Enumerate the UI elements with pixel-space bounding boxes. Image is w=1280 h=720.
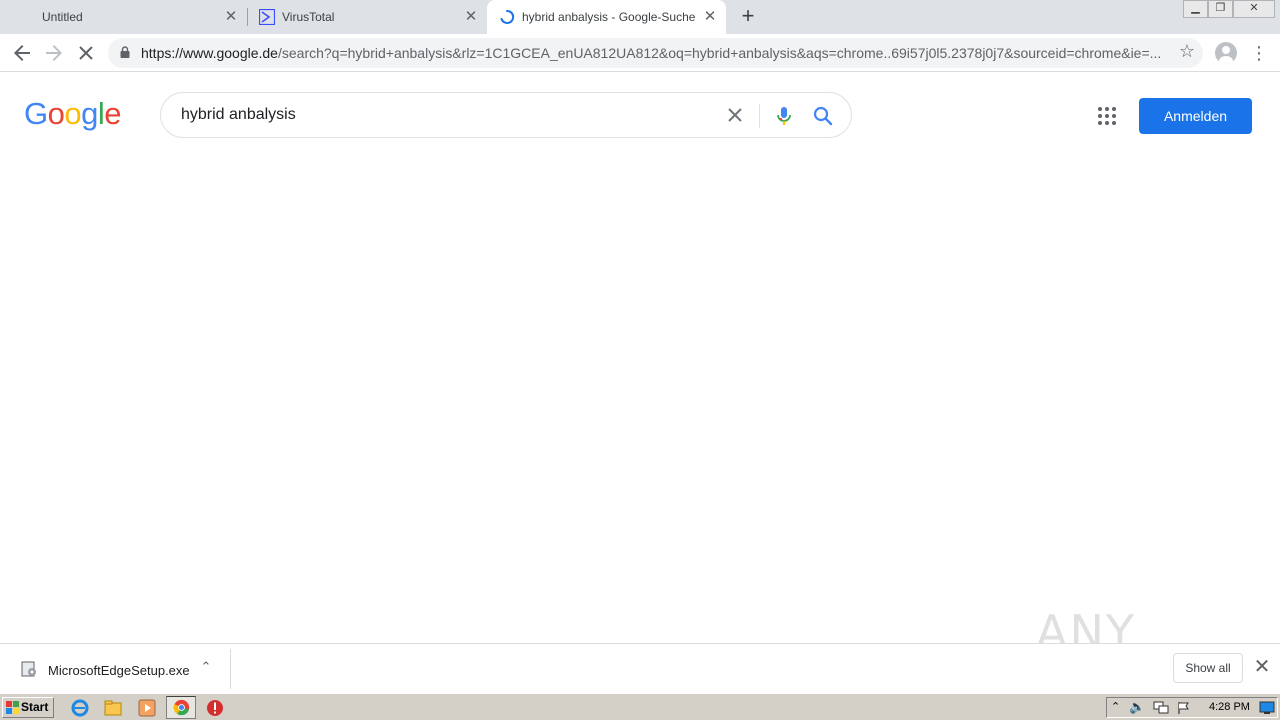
logo-letter: e [104,96,122,131]
close-x-icon [728,108,742,122]
tab-virustotal[interactable]: VirusTotal ✕ [247,0,487,34]
logo-letter: o [64,96,82,131]
minimize-button[interactable]: ▁ [1183,0,1208,18]
close-icon[interactable]: ✕ [463,9,479,25]
stop-x-icon [79,46,93,60]
tab-title: VirusTotal [282,10,335,24]
chrome-taskbar-button[interactable] [166,696,196,719]
taskbar: Start ⌃ 🔈 4:28 PM [0,693,1280,720]
forward-button[interactable] [42,41,66,65]
divider [759,104,760,128]
screen: Untitled ✕ VirusTotal ✕ hybrid anbalysis… [0,0,1280,720]
virustotal-icon [259,9,275,25]
tab-title: Untitled [42,10,83,24]
system-tray: ⌃ 🔈 4:28 PM [1106,697,1278,718]
sign-in-button[interactable]: Anmelden [1139,98,1252,134]
internet-explorer-icon[interactable] [70,698,90,718]
tab-google-search[interactable]: hybrid anbalysis - Google-Suche ✕ [487,0,726,34]
url-text: https://www.google.de/search?q=hybrid+an… [141,45,1161,61]
download-shelf: MicrosoftEdgeSetup.exe ⌃ Show all ✕ [0,643,1280,693]
address-bar[interactable]: https://www.google.de/search?q=hybrid+an… [108,38,1203,68]
logo-letter: G [24,96,48,131]
start-button[interactable]: Start [2,697,54,718]
restore-button[interactable]: ❐ [1208,0,1233,18]
volume-icon[interactable]: 🔈 [1129,699,1145,715]
show-desktop-icon[interactable] [1259,701,1275,715]
microphone-icon[interactable] [772,104,796,128]
installer-file-icon [21,661,36,677]
tab-untitled[interactable]: Untitled ✕ [0,0,247,34]
window-close-button[interactable]: ✕ [1233,0,1275,18]
divider [230,649,231,689]
search-box[interactable]: hybrid anbalysis [160,92,852,138]
download-item[interactable]: MicrosoftEdgeSetup.exe [48,663,190,678]
close-icon[interactable]: ✕ [223,9,239,25]
arrow-left-icon [14,45,30,61]
search-icon[interactable] [811,104,835,128]
show-all-button[interactable]: Show all [1173,653,1243,683]
bookmark-star-icon[interactable]: ☆ [1179,41,1195,62]
browser-menu-button[interactable]: ⋮ [1250,41,1268,65]
back-button[interactable] [10,41,34,65]
search-input[interactable]: hybrid anbalysis [181,106,296,124]
new-tab-button[interactable]: + [738,5,758,28]
tab-strip: Untitled ✕ VirusTotal ✕ hybrid anbalysis… [0,0,1280,34]
clear-icon[interactable] [723,103,747,127]
lock-icon [120,46,130,58]
media-player-icon[interactable] [137,698,157,718]
google-logo[interactable]: Google [24,96,122,132]
browser-toolbar: https://www.google.de/search?q=hybrid+an… [0,34,1280,72]
stop-button[interactable] [74,41,98,65]
windows-flag-icon [6,701,19,714]
logo-letter: o [47,96,65,131]
close-icon[interactable]: ✕ [1252,657,1272,677]
url-path: /search?q=hybrid+anbalysis&rlz=1C1GCEA_e… [277,45,1161,61]
clock: 4:28 PM [1209,701,1250,713]
loading-spinner-icon [500,9,515,24]
close-icon[interactable]: ✕ [702,9,718,25]
person-icon [1219,46,1233,64]
chevron-up-icon[interactable]: ⌃ [198,659,214,675]
chevron-up-icon[interactable]: ⌃ [1111,700,1120,713]
network-icon[interactable] [1153,701,1169,715]
tab-title: hybrid anbalysis - Google-Suche [522,10,696,24]
apps-grid-icon[interactable] [1097,106,1117,126]
flag-icon[interactable] [1177,701,1191,715]
security-alert-icon[interactable] [205,698,225,718]
url-host: https://www.google.de [141,45,278,61]
profile-avatar[interactable] [1215,42,1237,64]
logo-letter: g [81,96,98,131]
folder-icon[interactable] [103,698,123,718]
start-label: Start [21,700,49,714]
chrome-icon [173,699,190,716]
arrow-right-icon [46,45,62,61]
